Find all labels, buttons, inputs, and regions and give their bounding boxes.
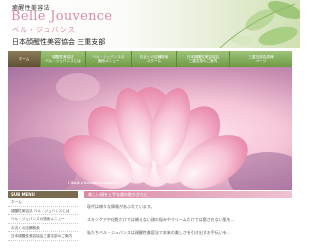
association-name: 日本顔醒性美容協会 三重支部 xyxy=(12,38,106,46)
leaves-decoration xyxy=(219,0,300,48)
nav-about[interactable]: 顔醒性美容法 ベル・ジュバンスとは xyxy=(41,51,86,67)
main-nav: ホーム 顔醒性美容法 ベル・ジュバンスとは ベル・ジュバンスの 施術メニュー お近く… xyxy=(8,51,292,67)
lotus-flower-image xyxy=(8,73,292,190)
nav-menu[interactable]: ベル・ジュバンスの 施術メニュー xyxy=(86,51,132,67)
hero-image: I think a beautiful woman is... xyxy=(8,67,292,190)
paragraph: 现代は様々な情報があふれています。 xyxy=(87,204,155,209)
sidebar-title: SUB MENU xyxy=(8,191,78,198)
site-header: 癒醒性美容法 Belle Jouvence ベル・ジュバンス 日本顔醒性美容協会… xyxy=(0,0,300,48)
sidebar-item-branch-info[interactable]: 日本顔醒性美容協会三重支部のご案内 xyxy=(8,232,78,241)
paragraph: 私たちベル・ジュバンスは顔醒性美容法で本来の美しさを引き出すお手伝いを... xyxy=(87,230,231,235)
section-title: 美しい顔を上手な歳の取りかたに xyxy=(84,191,292,198)
sidebar-item-menu[interactable]: ベル・ジュバンスの施術メニュー xyxy=(8,215,78,224)
brand-kana: ベル・ジュバンス xyxy=(12,26,76,34)
nav-branch-info[interactable]: 日本顔醒性美容協会 三重支部のご案内 xyxy=(177,51,230,67)
nav-shop-search[interactable]: お近くの店舗検索 スクール xyxy=(132,51,177,67)
paragraph: スキンケアや化粧だけでは補えない顔の悩みやクリームだけでは癒されない肌を... xyxy=(87,217,235,222)
sidebar-item-shop-search[interactable]: お近くの店舗検索 xyxy=(8,224,78,232)
hero-caption: I think a beautiful woman is... xyxy=(68,181,122,185)
nav-home[interactable]: ホーム xyxy=(8,51,41,67)
main-content: 美しい顔を上手な歳の取りかたに 现代は様々な情報があふれています。 スキンケアや… xyxy=(84,190,292,250)
sidebar-item-about[interactable]: 顔醒性美容法 ベル・ジュバンスとは xyxy=(8,207,78,215)
sidebar: SUB MENU ホーム 顔醒性美容法 ベル・ジュバンスとは ベル・ジュバンスの… xyxy=(8,190,78,250)
brand-logo-text[interactable]: Belle Jouvence xyxy=(11,9,112,24)
sidebar-item-home[interactable]: ホーム xyxy=(8,198,78,207)
nav-members[interactable]: 三重支部会員様 ページ xyxy=(230,51,292,67)
